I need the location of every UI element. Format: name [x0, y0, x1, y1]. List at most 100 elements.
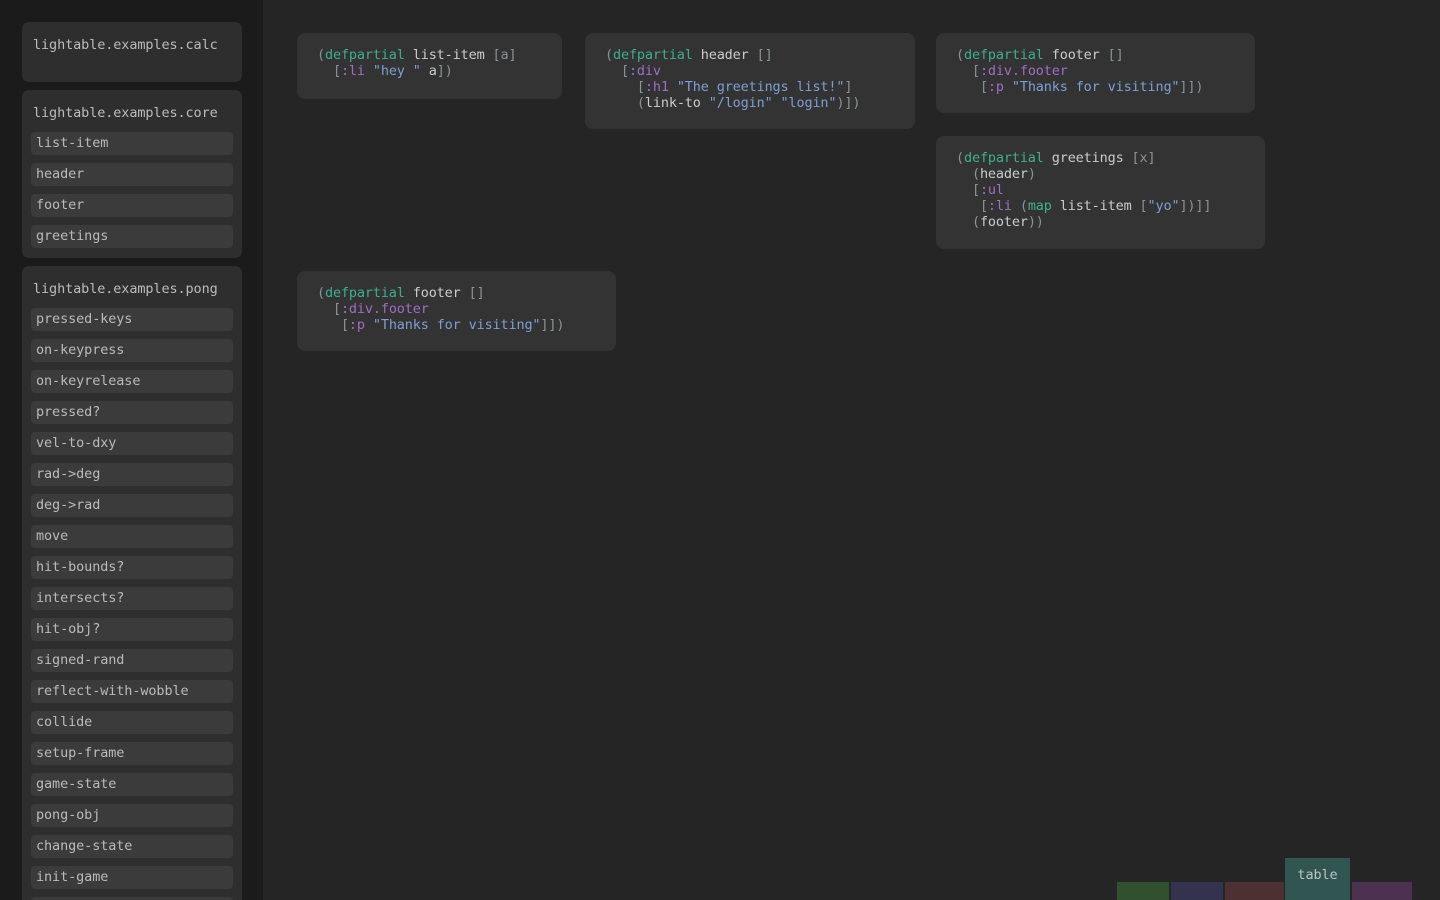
code-token: [ [636, 79, 645, 95]
code-token: "The greetings list!" [676, 79, 845, 95]
namespace-item[interactable]: pressed? [31, 401, 233, 424]
code-token: "Thanks for visiting" [372, 317, 541, 333]
code-token: :p [348, 317, 365, 333]
strip-segment-navy[interactable] [1171, 882, 1223, 900]
light-table-window: lightable.examples.calc lightable.example… [0, 0, 1440, 900]
code-card[interactable]: (defpartial list-item [a] [:li "hey " a]… [297, 33, 562, 99]
namespace-item[interactable]: signed-rand [31, 649, 233, 672]
namespace-item[interactable]: vel-to-dxy [31, 432, 233, 455]
code-token: :li [987, 198, 1012, 214]
code-token: list-item [404, 47, 493, 63]
code-token: :div.footer [340, 301, 429, 317]
namespace-title[interactable]: lightable.examples.calc [22, 32, 242, 64]
code-token: ] [844, 79, 853, 95]
code-token: "yo" [1147, 198, 1180, 214]
code-text[interactable]: (defpartial header [] [:div [:h1 "The gr… [605, 47, 899, 111]
code-card[interactable]: (defpartial footer [] [:div.footer [:p "… [297, 271, 616, 351]
code-token: ( [317, 285, 325, 301]
code-token: :ul [979, 182, 1004, 198]
code-token: [x] [1131, 150, 1156, 166]
namespace-item[interactable]: greetings [31, 225, 233, 248]
strip-segment-maroon[interactable] [1225, 882, 1284, 900]
code-text[interactable]: (defpartial greetings [x] (header) [:ul … [956, 150, 1249, 230]
code-token: ( [956, 47, 964, 63]
code-token: [ [971, 63, 980, 79]
code-token: ( [636, 95, 645, 111]
strip-segment-purple[interactable] [1352, 882, 1412, 900]
namespace-item[interactable]: intersects? [31, 587, 233, 610]
code-token: defpartial [612, 47, 693, 63]
code-token: defpartial [963, 47, 1044, 63]
code-token: :div.footer [979, 63, 1068, 79]
code-card[interactable]: (defpartial greetings [x] (header) [:ul … [936, 136, 1265, 249]
code-token: "/login" [708, 95, 773, 111]
code-token: "login" [780, 95, 837, 111]
namespace-item[interactable]: deg->rad [31, 494, 233, 517]
namespace-item[interactable]: change-state [31, 835, 233, 858]
code-token: footer [404, 285, 469, 301]
namespace-sidebar[interactable]: lightable.examples.calc lightable.example… [0, 0, 263, 900]
code-text[interactable]: (defpartial list-item [a] [:li "hey " a]… [317, 47, 546, 79]
code-token: "hey " [372, 63, 421, 79]
namespace-item[interactable]: reflect-with-wobble [31, 680, 233, 703]
code-token: [ [332, 301, 341, 317]
namespace-item[interactable]: pong-obj [31, 804, 233, 827]
namespace-title[interactable]: lightable.examples.core [22, 100, 242, 132]
namespace-item[interactable]: on-keypress [31, 339, 233, 362]
code-token: :li [340, 63, 365, 79]
namespace-item[interactable]: move [31, 525, 233, 548]
code-token: greetings [1043, 150, 1132, 166]
code-token: [] [1107, 47, 1124, 63]
namespace-item[interactable]: rad->deg [31, 463, 233, 486]
code-token: defpartial [324, 285, 405, 301]
code-token: [ [979, 79, 988, 95]
code-text[interactable]: (defpartial footer [] [:div.footer [:p "… [317, 285, 600, 333]
namespace-item[interactable]: hit-obj? [31, 618, 233, 641]
code-token: footer [1043, 47, 1108, 63]
namespace-item[interactable]: game-state [31, 773, 233, 796]
namespace-item[interactable]: hit-bounds? [31, 556, 233, 579]
code-token: ( [971, 214, 980, 230]
code-canvas[interactable]: (defpartial list-item [a] [:li "hey " a]… [263, 0, 1440, 900]
namespace-item[interactable]: footer [31, 194, 233, 217]
code-token: :div [628, 63, 661, 79]
code-token: ( [971, 166, 980, 182]
code-token: link-to [644, 95, 709, 111]
namespace-item[interactable]: list-item [31, 132, 233, 155]
code-token: ])]] [1179, 198, 1212, 214]
namespace-item[interactable]: on-keyrelease [31, 370, 233, 393]
namespace-item[interactable]: collide [31, 711, 233, 734]
code-token: [] [756, 47, 773, 63]
namespace-item[interactable]: pressed-keys [31, 308, 233, 331]
namespace-item[interactable]: setup-frame [31, 742, 233, 765]
namespace-item[interactable]: header [31, 163, 233, 186]
strip-segment-green[interactable] [1117, 882, 1169, 900]
code-text[interactable]: (defpartial footer [] [:div.footer [:p "… [956, 47, 1239, 95]
table-tab[interactable]: table [1285, 858, 1350, 900]
code-token: header [979, 166, 1028, 182]
code-token: list-item [1051, 198, 1140, 214]
code-token: ]]) [1179, 79, 1204, 95]
code-token: )]) [836, 95, 861, 111]
code-token: ]) [436, 63, 453, 79]
code-token: header [692, 47, 757, 63]
namespace-title[interactable]: lightable.examples.pong [22, 276, 242, 308]
code-card[interactable]: (defpartial header [] [:div [:h1 "The gr… [585, 33, 915, 129]
code-card[interactable]: (defpartial footer [] [:div.footer [:p "… [936, 33, 1255, 113]
